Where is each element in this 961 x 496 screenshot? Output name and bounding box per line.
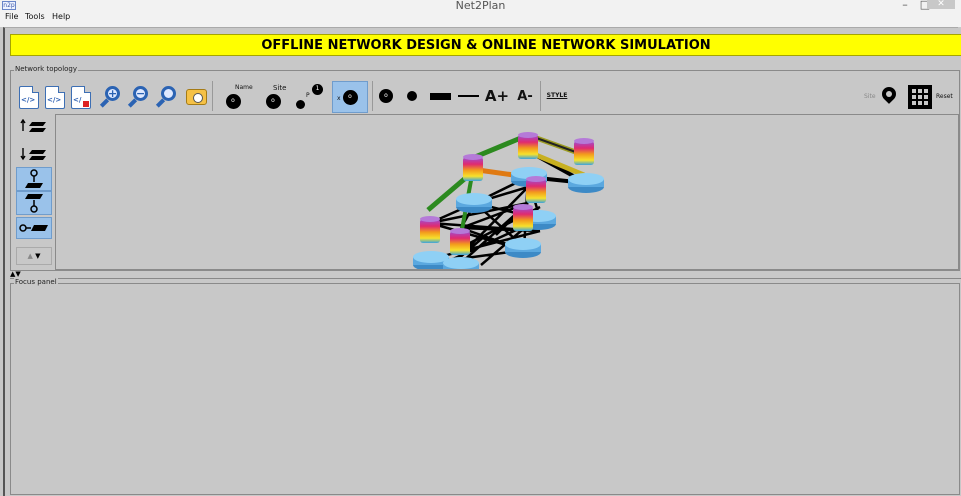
interlayer-link-icon: [19, 224, 48, 232]
router-node: [505, 238, 541, 258]
oxc-node: [513, 204, 533, 231]
site-node-icon: o: [265, 93, 281, 109]
map-pin-icon: [879, 84, 899, 107]
reset-button[interactable]: Reset: [936, 93, 953, 100]
zoom-out-button[interactable]: −: [127, 83, 151, 111]
panel-splitter-handle[interactable]: ▲▼: [10, 271, 21, 278]
layout-node-icon: o: [342, 89, 358, 105]
increase-link-width-button[interactable]: [428, 85, 452, 107]
oxc-node: [463, 154, 483, 181]
font-decrease-label: A-: [517, 88, 533, 104]
show-links-button[interactable]: 1 P: [294, 83, 324, 111]
network-topology-legend: Network topology: [14, 65, 79, 73]
network-graph: [413, 132, 604, 269]
p-label: P: [306, 92, 310, 99]
geo-map-button[interactable]: [879, 84, 899, 110]
show-interlayer-links-button[interactable]: [16, 217, 52, 239]
down-arrow-icon: ▼: [35, 252, 41, 260]
router-node: [456, 193, 492, 213]
page-title-banner: OFFLINE NETWORK DESIGN & ONLINE NETWORK …: [10, 34, 961, 56]
layout-mode-button[interactable]: o x: [332, 81, 368, 113]
window-titlebar: n2p Net2Plan – □ ✕: [0, 0, 961, 12]
menu-help[interactable]: Help: [52, 12, 70, 21]
small-node-icon: [407, 91, 417, 101]
name-label: Name: [235, 84, 253, 91]
increase-font-button[interactable]: A+: [483, 84, 511, 108]
camera-icon: [185, 89, 207, 105]
up-arrow-icon: ▲: [27, 252, 33, 260]
oxc-node: [518, 132, 538, 159]
zoom-in-button[interactable]: +: [99, 83, 123, 111]
router-node: [568, 173, 604, 193]
site-label: Site: [273, 84, 287, 92]
save-design-button[interactable]: </>: [44, 83, 66, 111]
lower-layer-icon: [25, 194, 43, 213]
thick-link-icon: [429, 92, 451, 100]
menu-tools[interactable]: Tools: [25, 12, 45, 21]
zoom-all-icon: [155, 85, 178, 109]
decrease-font-button[interactable]: A-: [513, 84, 537, 108]
save-xml-icon: </>: [45, 85, 65, 109]
layer-order-spinner[interactable]: ▲ ▼: [16, 247, 52, 265]
toolbar-separator: [212, 81, 213, 111]
increase-node-size-button[interactable]: o: [377, 85, 395, 107]
show-sites-button[interactable]: o Site: [258, 83, 288, 111]
move-layer-up-button[interactable]: [16, 117, 52, 135]
open-xml-icon: </>: [19, 85, 39, 109]
large-node-icon: o: [379, 89, 393, 103]
minimize-icon[interactable]: –: [895, 0, 915, 11]
oxc-node: [450, 228, 470, 255]
focus-panel: Focus panel: [10, 278, 960, 495]
thin-link-icon: [457, 95, 479, 97]
menu-bar: File Tools Help: [0, 11, 961, 27]
show-node-names-button[interactable]: o Name: [218, 83, 253, 111]
load-design-button[interactable]: </>: [18, 83, 40, 111]
show-upper-layer-button[interactable]: [16, 167, 52, 191]
table-view-button[interactable]: [905, 82, 935, 112]
upper-layer-icon: [25, 169, 43, 188]
layer-up-icon: [20, 119, 46, 132]
font-increase-label: A+: [484, 87, 510, 105]
main-panel: OFFLINE NETWORK DESIGN & ONLINE NETWORK …: [3, 27, 961, 496]
node-name-icon: o: [225, 93, 241, 109]
show-lower-layer-button[interactable]: [16, 191, 52, 215]
network-topology-panel: Network topology </> </> </ + − o Name o: [10, 65, 960, 271]
link-start-node-icon: [296, 100, 305, 109]
toolbar-separator: [372, 81, 373, 111]
style-button[interactable]: STYLE: [544, 84, 570, 106]
oxc-node: [526, 176, 546, 203]
decrease-node-size-button[interactable]: [404, 85, 420, 107]
zoom-out-icon: −: [127, 85, 150, 109]
toolbar-separator: [540, 81, 541, 111]
oxc-node: [574, 138, 594, 165]
links: [415, 149, 587, 267]
grid-icon: [908, 85, 932, 109]
layer-down-icon: [20, 148, 46, 161]
load-traffic-icon: </: [71, 85, 91, 109]
load-traffic-button[interactable]: </: [70, 83, 92, 111]
decrease-link-width-button[interactable]: [456, 85, 480, 107]
oxc-node: [420, 216, 440, 243]
zoom-all-button[interactable]: [155, 83, 179, 111]
link-end-node-icon: 1: [312, 84, 323, 95]
x-label: x: [337, 95, 341, 102]
move-layer-down-button[interactable]: [16, 145, 52, 163]
style-label: STYLE: [546, 91, 568, 99]
topology-canvas[interactable]: [55, 114, 959, 270]
menu-file[interactable]: File: [5, 12, 18, 21]
router-node: [443, 257, 479, 269]
focus-panel-legend: Focus panel: [14, 278, 58, 286]
close-icon[interactable]: ✕: [927, 0, 955, 9]
panel-splitter[interactable]: [10, 278, 961, 279]
colored-links: [426, 132, 585, 236]
zoom-in-icon: +: [99, 85, 122, 109]
screenshot-button[interactable]: [184, 85, 208, 109]
site-mode-label: Site: [864, 93, 876, 100]
